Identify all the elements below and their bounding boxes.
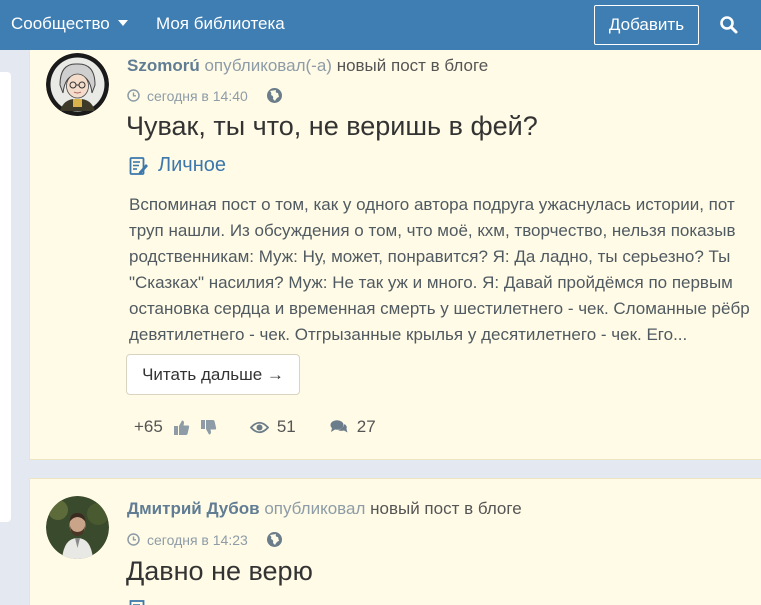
category-link[interactable]: Личное: [129, 154, 226, 177]
post-excerpt: Вспоминая пост о том, как у одного автор…: [129, 192, 761, 348]
post-date-line: сегодня в 14:40: [127, 87, 283, 104]
post-date: сегодня в 14:23: [147, 531, 248, 548]
views-count: 51: [276, 417, 296, 436]
avatar-illustration-icon: [46, 53, 109, 116]
post-meta-line: Szomorú опубликовал(-а) новый пост в бло…: [127, 56, 488, 76]
excerpt-line: родственникам: Муж: Ну, может, понравитс…: [129, 247, 731, 266]
author-name-link[interactable]: Дмитрий Дубов: [127, 499, 260, 518]
post-title-link[interactable]: Чувак, ты что, не веришь в фей?: [126, 111, 538, 142]
thumbs-down-icon[interactable]: [200, 419, 217, 436]
edit-document-icon: [129, 156, 148, 175]
eye-icon: [249, 421, 269, 433]
post-card: Szomorú опубликовал(-а) новый пост в бло…: [29, 50, 761, 460]
read-more-button[interactable]: Читать дальше →: [126, 354, 300, 395]
action-text: новый пост в блоге: [336, 56, 489, 75]
published-verb: опубликовал(-а): [204, 56, 332, 75]
published-verb: опубликовал: [264, 499, 366, 518]
post-date: сегодня в 14:40: [147, 87, 248, 104]
globe-icon[interactable]: [266, 531, 283, 548]
action-text: новый пост в блоге: [370, 499, 522, 518]
clock-icon: [127, 89, 140, 102]
nav-community-label: Сообщество: [11, 14, 110, 33]
search-icon[interactable]: [719, 15, 739, 35]
post-date-line: сегодня в 14:23: [127, 531, 283, 548]
top-navbar: Сообщество Моя библиотека Добавить: [0, 0, 761, 50]
nav-my-library[interactable]: Моя библиотека: [156, 14, 285, 34]
left-sidebar: [0, 72, 11, 522]
nav-community-menu[interactable]: Сообщество: [11, 14, 128, 34]
excerpt-line: труп нашли. Из обсуждения о том, что моё…: [129, 221, 736, 240]
author-avatar[interactable]: [46, 496, 109, 559]
author-name-link[interactable]: Szomorú: [127, 56, 200, 75]
category-label: Личное: [158, 154, 227, 176]
chevron-down-icon: [117, 19, 128, 26]
excerpt-line: девятилетнего - чек. Отгрызанные крылья …: [129, 325, 688, 344]
add-button[interactable]: Добавить: [594, 5, 699, 45]
post-meta-line: Дмитрий Дубов опубликовал новый пост в б…: [127, 499, 522, 519]
excerpt-line: Вспоминая пост о том, как у одного автор…: [129, 195, 735, 214]
clock-icon: [127, 533, 140, 546]
excerpt-line: "Сказках" насилия? Муж: Не так уж и мног…: [129, 273, 733, 292]
post-card: Дмитрий Дубов опубликовал новый пост в б…: [29, 478, 761, 605]
globe-icon[interactable]: [266, 87, 283, 104]
category-icon-partial: [129, 600, 145, 605]
avatar-photo-icon: [46, 496, 109, 559]
author-avatar[interactable]: [46, 53, 109, 116]
comments-count: 27: [356, 417, 376, 436]
excerpt-line: остановка сердца и временная смерть у ше…: [129, 299, 750, 318]
post-stats: +65 51 27: [134, 417, 376, 437]
comments-icon[interactable]: [330, 419, 348, 435]
post-title-link[interactable]: Давно не верю: [126, 556, 313, 587]
thumbs-up-icon[interactable]: [173, 419, 190, 436]
rating-value: +65: [134, 417, 163, 436]
